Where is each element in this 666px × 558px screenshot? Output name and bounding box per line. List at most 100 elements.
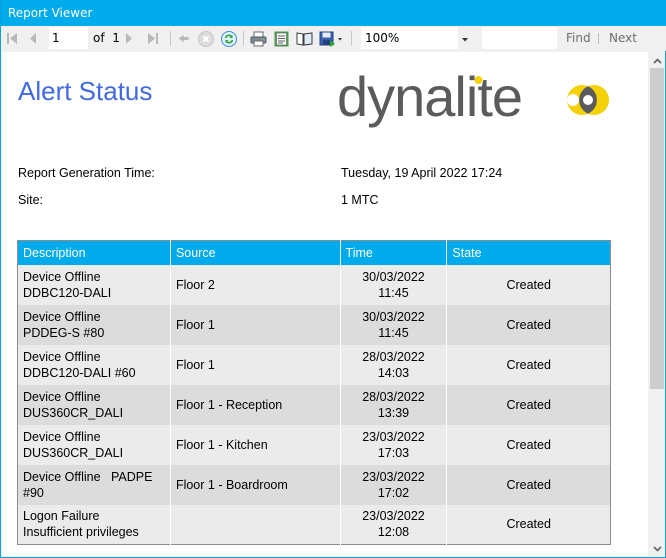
export-button[interactable] xyxy=(318,26,344,51)
back-button[interactable] xyxy=(176,26,192,51)
description-line-2: DDBC120-DALI #60 xyxy=(23,365,136,380)
toolbar-separator xyxy=(243,31,244,46)
dynalite-logo: dynalite xyxy=(337,65,617,135)
table-row[interactable]: Device Offline DDBC120-DALI Floor 2 30/03/2… xyxy=(17,264,611,305)
next-page-button[interactable] xyxy=(122,26,136,51)
cell-time: 30/03/2022 11:45 xyxy=(339,264,447,305)
vertical-scrollbar[interactable] xyxy=(649,52,665,556)
description-line-1: Device Offline xyxy=(23,349,101,364)
table-row[interactable]: Device Offline DUS360CR_DALI Floor 1 - Rec… xyxy=(17,384,611,425)
table-row[interactable]: Device Offline PADPE #90 Floor 1 - Boardro… xyxy=(17,464,611,505)
first-page-button[interactable] xyxy=(4,26,20,51)
refresh-button[interactable] xyxy=(220,26,238,51)
site-value: 1 MTC xyxy=(341,193,379,207)
toolbar: 1 of 1 100% Find Next xyxy=(1,26,666,51)
cell-description: Device Offline PDDEG-S #80 xyxy=(17,304,171,345)
description-line-1: Device Offline xyxy=(23,309,101,324)
cell-state: Created xyxy=(446,304,611,345)
cell-state: Created xyxy=(446,264,611,305)
description-line-1: Device Offline xyxy=(23,269,101,284)
column-header-state[interactable]: State xyxy=(446,240,611,265)
next-page-icon xyxy=(125,32,133,45)
time-clock: 11:45 xyxy=(378,285,409,300)
table-header-row: Description Source Time State xyxy=(17,240,611,265)
find-separator xyxy=(598,33,599,44)
time-clock: 12:08 xyxy=(377,525,410,540)
scroll-down-button[interactable] xyxy=(649,540,665,556)
table-body: Device Offline DDBC120-DALI Floor 2 30/03/2… xyxy=(17,264,611,545)
zoom-select[interactable]: 100% xyxy=(361,27,471,49)
toolbar-separator xyxy=(170,31,171,46)
next-link[interactable]: Next xyxy=(609,26,637,51)
of-label: of xyxy=(93,31,105,45)
cell-source: Floor 1 - Kitchen xyxy=(169,424,341,465)
time-date: 23/03/2022 xyxy=(362,509,425,524)
time-clock: 17:03 xyxy=(377,445,410,460)
cell-description: Device Offline DDBC120-DALI xyxy=(17,264,171,305)
time-clock: 17:02 xyxy=(377,485,410,500)
previous-page-button[interactable] xyxy=(25,26,41,51)
find-input[interactable] xyxy=(482,27,557,49)
time-date: 28/03/2022 xyxy=(362,349,425,364)
cell-state: Created xyxy=(446,424,611,465)
find-link[interactable]: Find xyxy=(566,26,591,51)
time-date: 23/03/2022 xyxy=(362,429,425,444)
chevron-down-icon xyxy=(652,539,662,557)
page-setup-icon xyxy=(296,31,313,46)
time-date: 30/03/2022 xyxy=(362,309,425,324)
generation-time-value: Tuesday, 19 April 2022 17:24 xyxy=(341,166,503,180)
print-icon xyxy=(250,31,267,47)
description-line-2: Insufficient privileges xyxy=(23,525,139,540)
description-line-1: Device Offline xyxy=(23,389,101,404)
cell-state: Created xyxy=(446,384,611,425)
cell-time: 23/03/2022 17:03 xyxy=(339,424,447,465)
table-row[interactable]: Device Offline DDBC120-DALI #60 Floor 1 28/… xyxy=(17,344,611,385)
toolbar-separator xyxy=(351,31,352,46)
cell-description: Logon Failure Insufficient privileges xyxy=(17,504,171,545)
report-content: Alert Status dynalite Report Generation … xyxy=(2,52,648,556)
logo-i-dot xyxy=(474,76,483,84)
logo-text: dynalite xyxy=(337,70,522,128)
page-count-label: of 1 xyxy=(93,26,120,51)
print-layout-button[interactable] xyxy=(272,26,290,51)
column-header-time[interactable]: Time xyxy=(339,240,447,265)
stop-icon xyxy=(198,30,214,47)
scroll-up-button[interactable] xyxy=(649,52,665,68)
cell-description: Device Offline DUS360CR_DALI xyxy=(17,384,171,425)
description-line-2: DUS360CR_DALI xyxy=(23,405,124,420)
description-line-2: PDDEG-S #80 xyxy=(23,325,105,340)
zoom-dropdown-button[interactable] xyxy=(458,27,471,49)
last-page-button[interactable] xyxy=(145,26,161,51)
cell-state: Created xyxy=(446,464,611,505)
cell-source: Floor 1 - Reception xyxy=(169,384,341,425)
current-page-input[interactable]: 1 xyxy=(49,27,88,49)
cell-source: Floor 1 xyxy=(169,344,341,385)
cell-description: Device Offline DDBC120-DALI #60 xyxy=(17,344,171,385)
table-row[interactable]: Device Offline DUS360CR_DALI Floor 1 - Kit… xyxy=(17,424,611,465)
total-pages: 1 xyxy=(112,31,120,45)
time-clock: 11:45 xyxy=(378,325,409,340)
title-bar: Report Viewer xyxy=(1,0,666,26)
stop-button[interactable] xyxy=(197,26,215,51)
page-setup-button[interactable] xyxy=(295,26,313,51)
time-date: 30/03/2022 xyxy=(362,269,425,284)
cell-state: Created xyxy=(446,504,611,545)
description-line-1: Logon Failure xyxy=(23,509,100,524)
column-header-description[interactable]: Description xyxy=(17,240,171,265)
back-icon xyxy=(179,34,189,43)
site-label: Site: xyxy=(18,193,44,207)
description-line-1: Device Offline PADPE xyxy=(23,469,153,484)
report-viewer-window: Report Viewer 1 of 1 100% Find Next Aler… xyxy=(0,0,666,558)
cell-time: 28/03/2022 14:03 xyxy=(339,344,447,385)
cell-description: Device Offline PADPE #90 xyxy=(17,464,171,505)
scroll-thumb[interactable] xyxy=(650,68,664,389)
table-row[interactable]: Logon Failure Insufficient privileges 23/0… xyxy=(17,504,611,545)
print-button[interactable] xyxy=(249,26,267,51)
generation-time-label: Report Generation Time: xyxy=(18,166,155,180)
first-page-icon xyxy=(6,32,18,45)
table-row[interactable]: Device Offline PDDEG-S #80 Floor 1 30/03/20… xyxy=(17,304,611,345)
description-line-1: Device Offline xyxy=(23,429,101,444)
print-layout-icon xyxy=(274,31,289,47)
column-header-source[interactable]: Source xyxy=(169,240,341,265)
time-date: 23/03/2022 xyxy=(362,469,425,484)
